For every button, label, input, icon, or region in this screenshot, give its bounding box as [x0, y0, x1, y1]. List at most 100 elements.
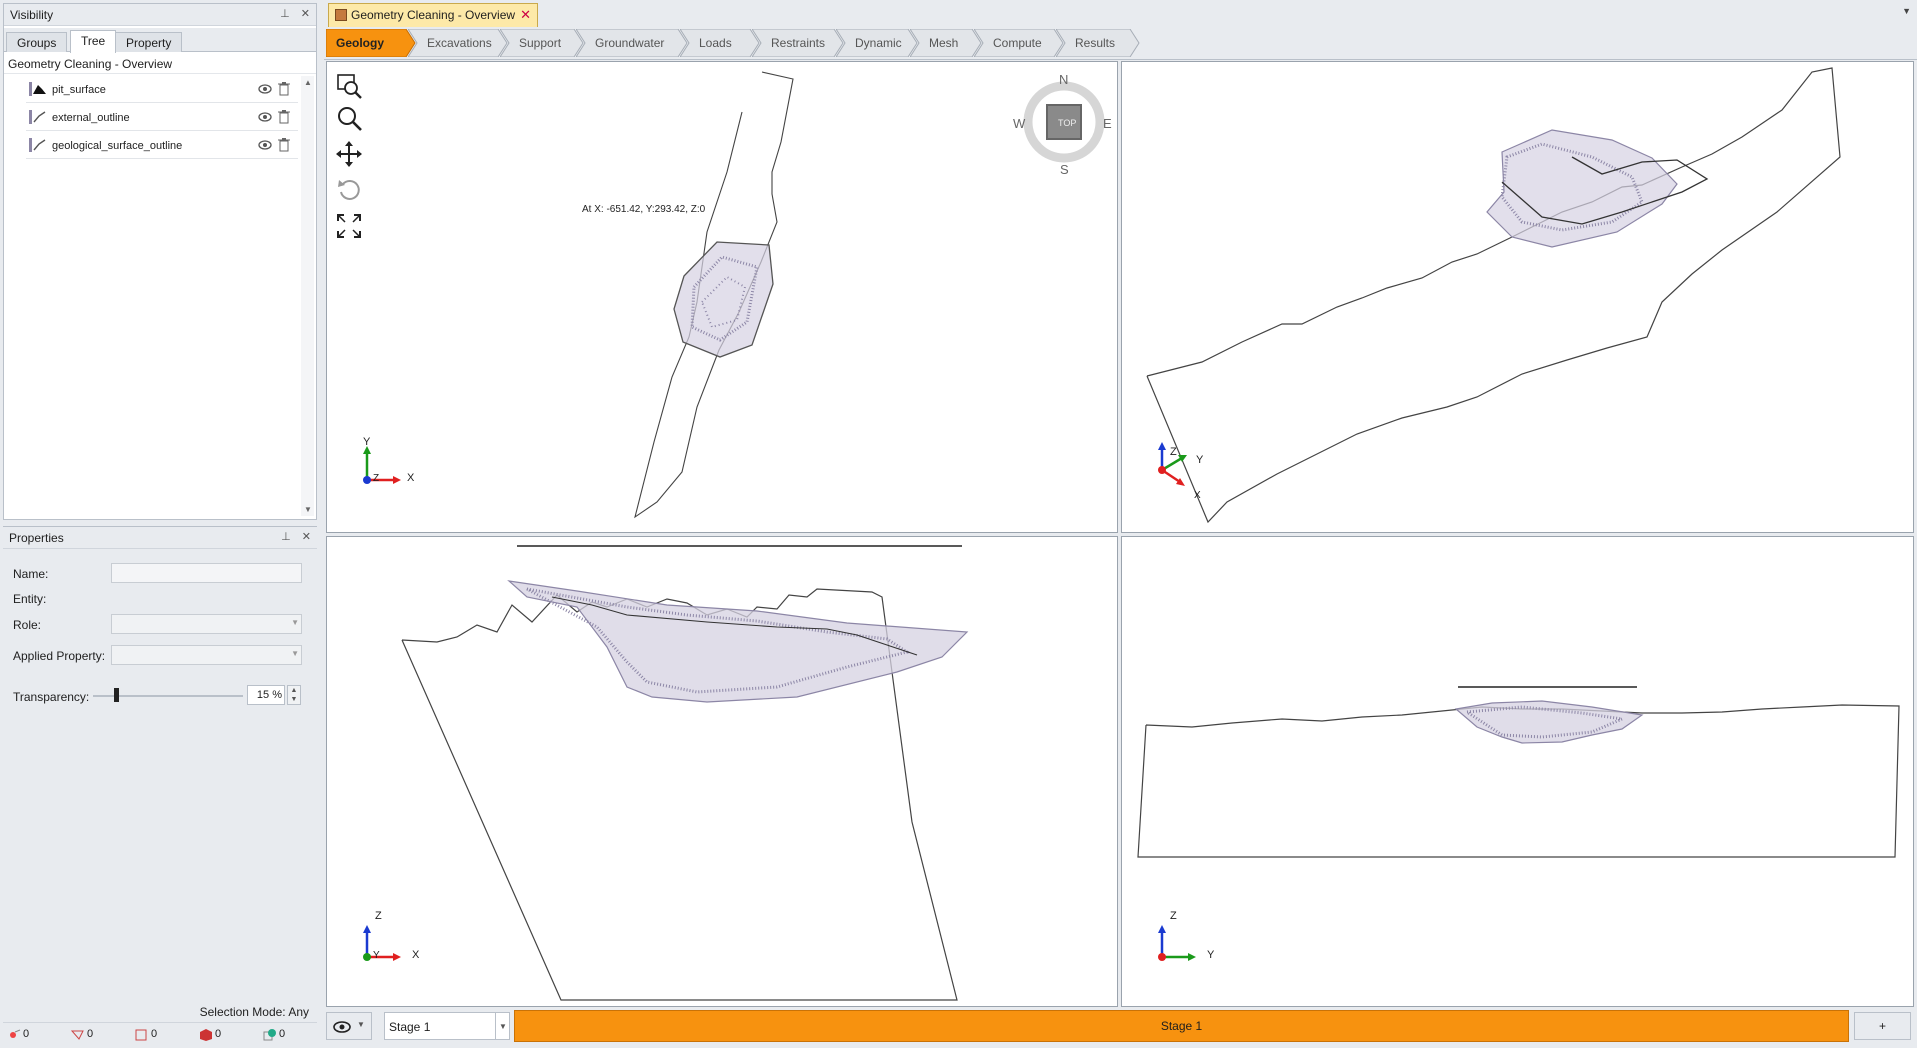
trash-icon[interactable]	[278, 82, 290, 96]
axis-label-z: Z	[1170, 446, 1177, 458]
view-cube-compass[interactable]: TOP N S E W	[1013, 72, 1112, 177]
chevron-down-icon: ▼	[291, 618, 299, 627]
stage-tab-active[interactable]: Stage 1	[514, 1010, 1849, 1042]
axis-triad-icon	[1158, 925, 1196, 961]
viewport-side[interactable]: Z Y X	[1121, 536, 1914, 1007]
axis-label-z: Z	[373, 473, 380, 484]
transparency-slider-thumb[interactable]	[113, 688, 119, 702]
polyline-icon	[29, 138, 46, 152]
workflow-tab-restraints[interactable]: Restraints	[752, 29, 844, 57]
compass-west-label: W	[1013, 116, 1026, 131]
workflow-tab-label: Groundwater	[595, 36, 665, 50]
transparency-spinner[interactable]: ▲ ▼	[287, 685, 301, 705]
axis-triad-icon	[363, 925, 401, 961]
workflow-tab-loads[interactable]: Loads	[680, 29, 760, 57]
tree-item-geological-surface-outline[interactable]: geological_surface_outline	[26, 132, 298, 159]
workflow-tab-results[interactable]: Results	[1056, 29, 1140, 57]
compass-south-label: S	[1060, 162, 1069, 177]
close-icon[interactable]: ✕	[302, 531, 311, 543]
workflow-tab-geology[interactable]: Geology	[326, 29, 416, 57]
pin-icon[interactable]: ⊥	[281, 531, 291, 543]
axis-label-x: X	[1194, 490, 1201, 501]
visibility-toggle-button[interactable]: ▼	[326, 1012, 372, 1040]
properties-panel: Properties ⊥ ✕ Name: Entity: Role: ▼ App…	[3, 526, 317, 1048]
axis-label-z: Z	[375, 910, 382, 922]
workflow-tabs: Geology Excavations Support Groundwater Load…	[324, 27, 1917, 60]
pin-icon[interactable]: ⊥	[280, 8, 290, 20]
tab-groups[interactable]: Groups	[6, 32, 68, 52]
axis-label-y: Y	[363, 436, 371, 448]
viewport-top[interactable]: At X: -651.42, Y:293.42, Z:0 TOP N S E W…	[326, 61, 1118, 533]
workflow-tab-support[interactable]: Support	[500, 29, 584, 57]
entity-label: Entity:	[13, 592, 47, 606]
zoom-window-icon[interactable]	[335, 72, 363, 100]
add-stage-button[interactable]: +	[1854, 1012, 1911, 1040]
stage-select[interactable]: Stage 1 ▼	[384, 1012, 510, 1040]
chevron-down-icon[interactable]: ▼	[1902, 6, 1911, 16]
chevron-down-icon: ▼	[291, 649, 299, 658]
visibility-panel: Visibility ⊥ ✕ Groups Tree Property Geom…	[3, 3, 317, 520]
applied-property-label: Applied Property:	[13, 649, 106, 663]
document-icon	[335, 9, 347, 21]
pan-icon[interactable]	[335, 140, 363, 168]
group-count: 0	[279, 1028, 286, 1040]
edge-icon	[70, 1029, 85, 1041]
vertex-count: 0	[23, 1028, 30, 1040]
workflow-tab-groundwater[interactable]: Groundwater	[576, 29, 688, 57]
trash-icon[interactable]	[278, 138, 290, 152]
compass-north-label: N	[1059, 72, 1069, 87]
axis-label-z: Z	[1170, 910, 1177, 922]
solid-count: 0	[215, 1028, 222, 1040]
workflow-tab-dynamic[interactable]: Dynamic	[836, 29, 918, 57]
workflow-tab-label: Results	[1075, 36, 1116, 50]
chevron-down-icon: ▼	[357, 1020, 365, 1029]
compass-east-label: E	[1103, 116, 1112, 131]
document-tab[interactable]: Geometry Cleaning - Overview ✕	[328, 3, 538, 27]
role-dropdown[interactable]: ▼	[111, 614, 302, 634]
transparency-label: Transparency:	[13, 690, 90, 704]
side-view-geometry	[1137, 686, 1900, 858]
document-tab-title: Geometry Cleaning - Overview	[351, 8, 516, 22]
perspective-view-geometry	[1146, 67, 1841, 524]
tab-property[interactable]: Property	[115, 32, 183, 52]
properties-panel-header: Properties ⊥ ✕	[3, 527, 317, 549]
workflow-tab-mesh[interactable]: Mesh	[910, 29, 982, 57]
tree-item-external-outline[interactable]: external_outline	[26, 104, 298, 131]
viewport-front[interactable]: Z X Y	[326, 536, 1118, 1007]
rotate-icon[interactable]	[335, 176, 363, 204]
vertex-icon	[9, 1029, 21, 1041]
top-view-geometry	[634, 71, 794, 519]
polyline-icon	[29, 110, 46, 124]
selection-status-bar: 0 0 0 0 0	[3, 1022, 317, 1046]
view-cube-face-label[interactable]: TOP	[1058, 118, 1076, 128]
workflow-tab-label: Support	[519, 36, 562, 50]
visibility-tabs: Groups Tree Property	[4, 28, 316, 53]
zoom-icon[interactable]	[335, 104, 363, 132]
stage-select-value: Stage 1	[389, 1020, 431, 1034]
tree-item-pit-surface[interactable]: pit_surface	[26, 76, 298, 103]
close-icon[interactable]: ✕	[301, 8, 310, 20]
tree-scrollbar[interactable]: ▲ ▼	[301, 76, 314, 516]
viewport-perspective[interactable]: Z Y X	[1121, 61, 1914, 533]
eye-icon[interactable]	[258, 83, 272, 95]
workflow-tab-label: Loads	[699, 36, 732, 50]
eye-icon[interactable]	[258, 111, 272, 123]
tab-tree[interactable]: Tree	[70, 30, 117, 53]
edge-count: 0	[87, 1028, 94, 1040]
cursor-coordinate-readout: At X: -651.42, Y:293.42, Z:0	[582, 204, 706, 215]
scroll-up-icon[interactable]: ▲	[304, 78, 312, 87]
transparency-input[interactable]: 15 %	[247, 685, 285, 705]
tree-item-label: external_outline	[52, 112, 130, 124]
trash-icon[interactable]	[278, 110, 290, 124]
zoom-extents-icon[interactable]	[335, 212, 363, 240]
tree-item-label: pit_surface	[52, 84, 106, 96]
applied-property-dropdown[interactable]: ▼	[111, 645, 302, 665]
scroll-down-icon[interactable]: ▼	[304, 505, 312, 514]
workflow-tab-excavations[interactable]: Excavations	[408, 29, 508, 57]
close-icon[interactable]: ✕	[520, 7, 531, 23]
name-field[interactable]	[111, 563, 302, 583]
axis-label-y: Y	[1196, 454, 1204, 466]
workflow-tab-compute[interactable]: Compute	[974, 29, 1064, 57]
eye-icon	[333, 1021, 351, 1033]
eye-icon[interactable]	[258, 139, 272, 151]
